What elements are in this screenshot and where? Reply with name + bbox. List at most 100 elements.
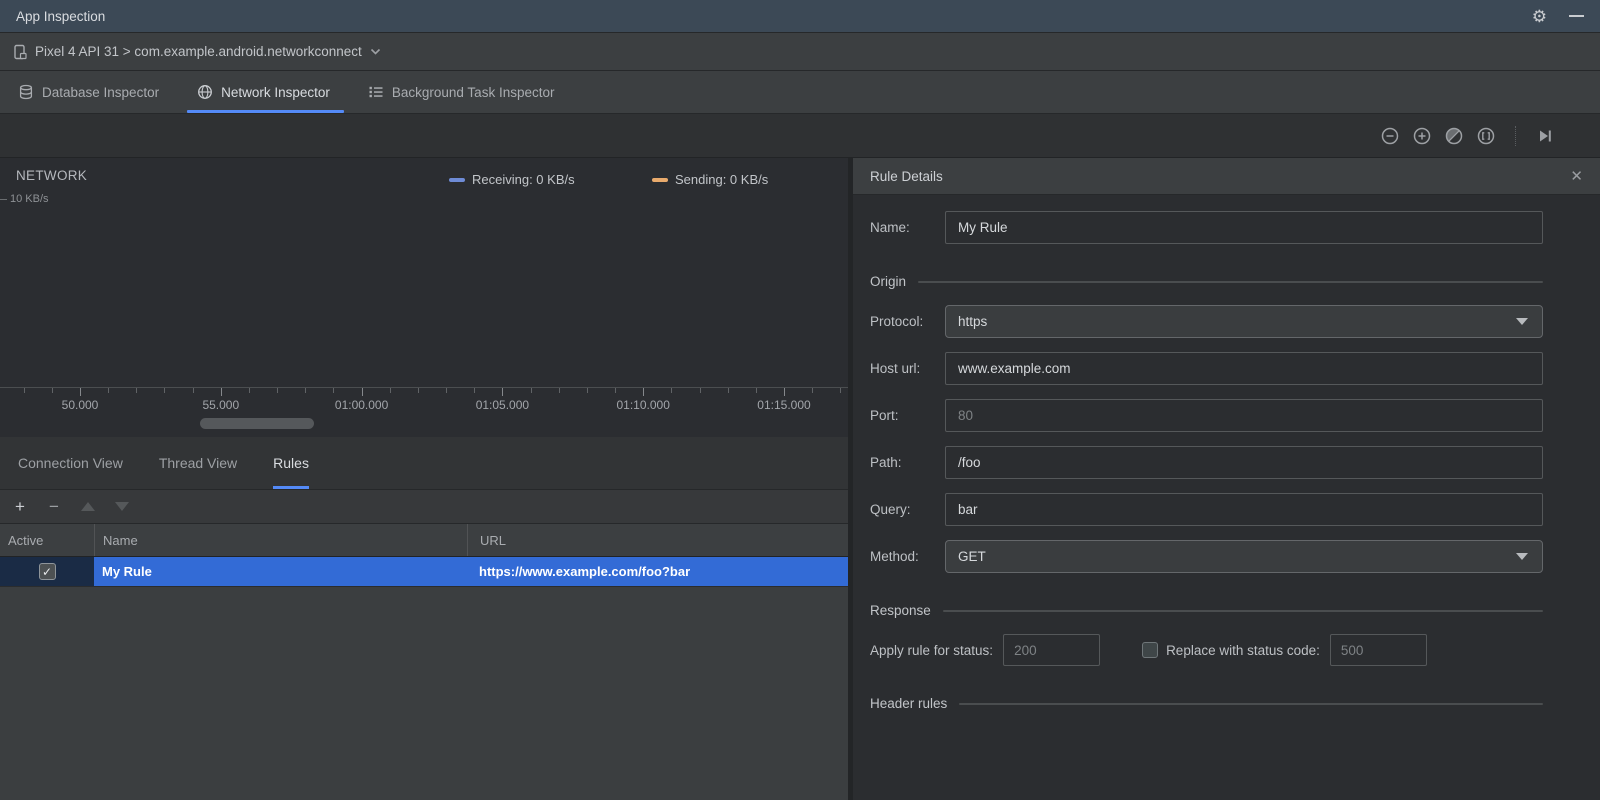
header-rules-section-label: Header rules	[870, 696, 948, 711]
rule-active-cell: ✓	[0, 557, 94, 586]
rule-active-checkbox[interactable]: ✓	[38, 563, 56, 580]
origin-section-header: Origin	[870, 274, 1543, 289]
arrow-down-icon	[115, 502, 129, 511]
gear-icon[interactable]: ⚙	[1532, 8, 1547, 25]
tab-label: Connection View	[18, 455, 123, 471]
name-row: Name:	[870, 211, 1543, 244]
remove-rule-button[interactable]: −	[44, 497, 64, 517]
apply-status-label: Apply rule for status:	[870, 642, 994, 658]
replace-status-checkbox[interactable]	[1142, 642, 1159, 658]
titlebar: App Inspection ⚙	[0, 0, 1600, 33]
close-icon[interactable]: ✕	[1570, 169, 1583, 184]
sending-swatch	[652, 177, 668, 182]
rule-details-header: Rule Details ✕	[853, 158, 1600, 195]
response-section-label: Response	[870, 603, 931, 618]
tab-label: Network Inspector	[221, 84, 330, 100]
tab-label: Background Task Inspector	[391, 84, 555, 100]
legend-receiving: Receiving: 0 KB/s	[449, 172, 575, 187]
tab-label: Rules	[273, 455, 309, 471]
dropdown-arrow-icon	[1516, 318, 1528, 325]
query-field[interactable]	[945, 493, 1543, 526]
tab-network-inspector[interactable]: Network Inspector	[187, 71, 344, 113]
timeline-scrollbar-thumb[interactable]	[200, 418, 314, 429]
tab-database-inspector[interactable]: Database Inspector	[18, 71, 159, 113]
y-axis-tick	[0, 199, 7, 200]
section-divider	[959, 702, 1543, 705]
tab-connection-view[interactable]: Connection View	[18, 437, 123, 489]
column-header-url[interactable]: URL	[467, 524, 848, 556]
replace-status-field[interactable]	[1329, 634, 1427, 666]
zoom-in-icon[interactable]	[1412, 126, 1432, 146]
app-inspection-window: App Inspection ⚙ Pixel 4 API 31 > com.ex…	[0, 0, 1600, 800]
time-axis: 50.000 55.000 01:00.000 01:05.000 01:10.000 0…	[0, 387, 848, 417]
port-row: Port:	[870, 399, 1543, 432]
column-header-active[interactable]: Active	[0, 533, 94, 548]
path-field[interactable]	[945, 446, 1543, 479]
check-icon: ✓	[41, 564, 53, 579]
tab-background-task-inspector[interactable]: Background Task Inspector	[368, 71, 555, 113]
method-label: Method:	[870, 549, 919, 564]
protocol-value: https	[958, 314, 988, 329]
network-chart[interactable]: NETWORK 10 KB/s Receiving: 0 KB/s Sendin…	[0, 158, 848, 437]
rule-details-body: Name: Origin Protocol: https Host url:	[853, 195, 1600, 800]
chevron-down-icon	[370, 48, 380, 55]
response-status-row: Apply rule for status: Replace with stat…	[870, 634, 1543, 666]
device-process-selector[interactable]: Pixel 4 API 31 > com.example.android.net…	[35, 44, 362, 59]
column-header-name[interactable]: Name	[94, 524, 467, 556]
rules-table-empty-area[interactable]	[0, 586, 848, 800]
name-field[interactable]	[945, 211, 1543, 244]
task-list-icon	[369, 86, 383, 98]
rules-table-header: Active Name URL	[0, 524, 848, 557]
move-up-button[interactable]	[78, 497, 98, 517]
jump-to-live-icon[interactable]	[1535, 126, 1555, 146]
protocol-label: Protocol:	[870, 314, 924, 329]
response-section-header: Response	[870, 603, 1543, 618]
query-row: Query:	[870, 493, 1543, 526]
protocol-row: Protocol: https	[870, 305, 1543, 338]
origin-section-label: Origin	[870, 274, 907, 289]
rule-details-panel: Rule Details ✕ Name: Origin Protocol: ht…	[853, 158, 1600, 800]
move-down-button[interactable]	[112, 497, 132, 517]
apply-status-field[interactable]	[1003, 634, 1101, 666]
method-dropdown[interactable]: GET	[945, 540, 1543, 573]
method-row: Method: GET	[870, 540, 1543, 573]
chart-title: NETWORK	[16, 168, 88, 183]
name-label: Name:	[870, 220, 910, 235]
network-panel: NETWORK 10 KB/s Receiving: 0 KB/s Sendin…	[0, 158, 848, 800]
timeline-toolbar	[0, 114, 1600, 158]
port-label: Port:	[870, 408, 899, 423]
main-area: NETWORK 10 KB/s Receiving: 0 KB/s Sendin…	[0, 158, 1600, 800]
rule-url-cell[interactable]: https://www.example.com/foo?bar	[467, 557, 848, 586]
port-field[interactable]	[945, 399, 1543, 432]
toolbar-separator	[1515, 125, 1516, 146]
device-bar[interactable]: Pixel 4 API 31 > com.example.android.net…	[0, 33, 1600, 71]
reset-zoom-icon[interactable]	[1444, 126, 1464, 146]
table-row[interactable]: ✓ My Rule https://www.example.com/foo?ba…	[0, 557, 848, 586]
window-title: App Inspection	[16, 8, 106, 24]
rule-name-cell[interactable]: My Rule	[94, 557, 467, 586]
path-label: Path:	[870, 455, 902, 470]
zoom-to-selection-icon[interactable]	[1476, 126, 1496, 146]
path-row: Path:	[870, 446, 1543, 479]
inspector-tabstrip: Database Inspector Network Inspector Bac…	[0, 71, 1600, 114]
receiving-swatch	[449, 177, 465, 182]
dropdown-arrow-icon	[1516, 553, 1528, 560]
database-icon	[19, 84, 33, 100]
minimize-icon[interactable]	[1569, 15, 1584, 17]
tab-label: Thread View	[158, 455, 238, 471]
network-view-tabs: Connection View Thread View Rules	[0, 437, 848, 490]
device-phone-icon	[14, 44, 27, 59]
host-field[interactable]	[945, 352, 1543, 385]
tab-rules[interactable]: Rules	[273, 437, 309, 489]
host-label: Host url:	[870, 361, 921, 376]
protocol-dropdown[interactable]: https	[945, 305, 1543, 338]
tab-thread-view[interactable]: Thread View	[159, 437, 237, 489]
section-divider	[918, 280, 1543, 283]
query-label: Query:	[870, 502, 911, 517]
zoom-out-icon[interactable]	[1380, 126, 1400, 146]
arrow-up-icon	[81, 502, 95, 511]
section-divider	[942, 609, 1543, 612]
header-rules-section-header: Header rules	[870, 696, 1543, 711]
globe-icon	[198, 85, 213, 99]
add-rule-button[interactable]: +	[10, 497, 30, 517]
